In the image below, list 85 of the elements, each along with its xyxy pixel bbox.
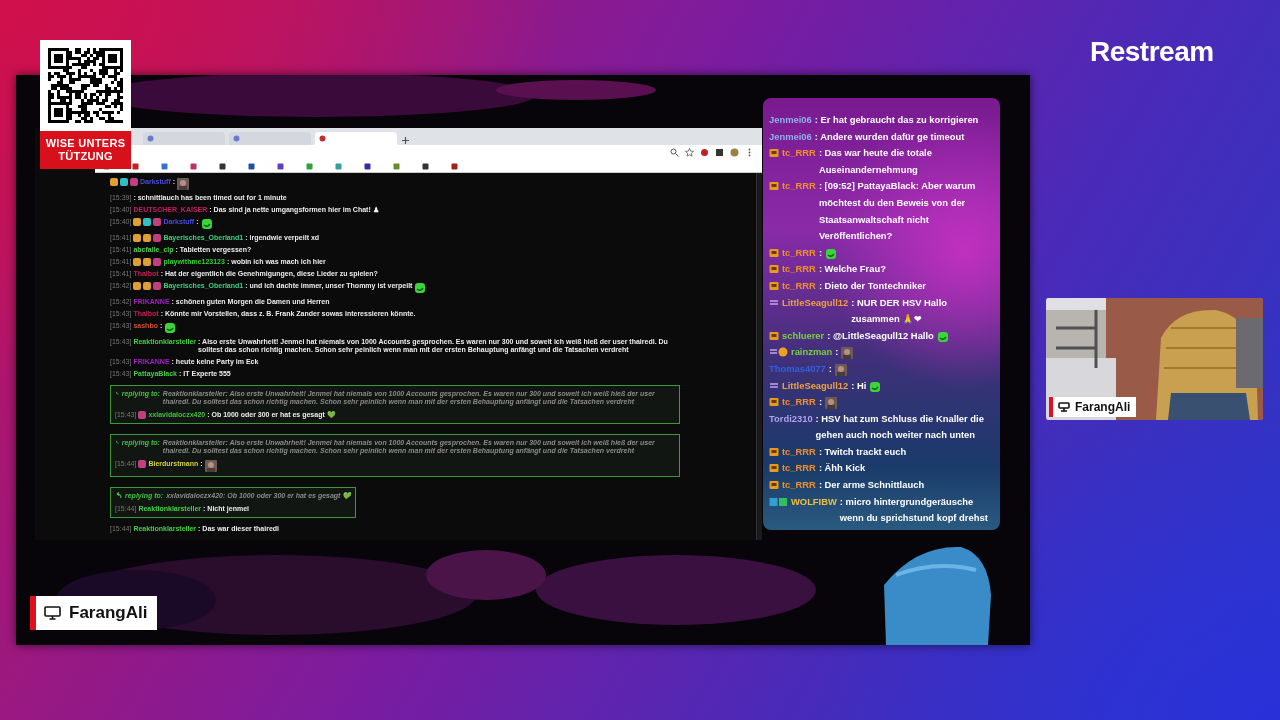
message-text: : HSV hat zum Schluss die Knaller die gehen auch noch weiter nach unten	[815, 411, 985, 443]
scrollbar[interactable]	[756, 173, 762, 540]
message-text: : Dieto der Tontechniker	[818, 278, 926, 293]
username[interactable]: tc_RRR	[782, 244, 816, 262]
username[interactable]: LittleSeagull12	[782, 294, 849, 312]
monitor-icon	[44, 606, 61, 620]
username[interactable]: rainzman	[791, 344, 833, 361]
search-icon[interactable]	[670, 148, 679, 157]
reply-arrow-icon	[115, 390, 119, 397]
badges-icon	[769, 496, 788, 507]
emote-icon	[936, 330, 949, 343]
gift-icon	[769, 446, 779, 457]
username[interactable]: LittleSeagull12	[782, 377, 849, 395]
emote-icon	[414, 282, 427, 294]
emote-icon	[164, 322, 177, 334]
name-label: FarangAli	[30, 596, 158, 630]
bookmark-icon[interactable]	[451, 162, 458, 170]
username[interactable]: tc_RRR	[782, 277, 816, 295]
gift-icon	[769, 330, 779, 341]
username[interactable]: Jenmei06	[769, 112, 812, 129]
name-label: FarangAli	[1049, 397, 1137, 417]
gift-icon	[769, 264, 779, 275]
message-text: : Andere wurden dafür ge timeout	[814, 129, 965, 144]
favicon-icon	[233, 135, 240, 142]
new-tab-icon[interactable]	[401, 136, 410, 145]
emote-icon	[869, 380, 882, 393]
donation-label: WISE UNTERSTÜTZUNG	[40, 131, 131, 169]
username[interactable]: tc_RRR	[782, 394, 816, 411]
username[interactable]: WOLFIBW	[791, 493, 837, 511]
message-text: : micro hintergrundgeräusche wenn du sprichstund kopf drehst	[839, 494, 989, 526]
message-text: : NUR DER HSV Hallo zusammen 🙏❤	[851, 295, 948, 327]
message-text: : [09:52] PattayaBlack: Aber warum möchtest du den Beweis von der Staatsanwaltschaft nicht Veröffentlichen?	[818, 179, 977, 244]
message-text: : Ähh Kick	[818, 461, 866, 476]
message-text: : Welche Frau?	[818, 262, 886, 277]
username[interactable]: tc_RRR	[782, 460, 816, 478]
username[interactable]: tc_RRR	[782, 443, 816, 461]
equals-icon	[769, 297, 779, 308]
emote-icon	[200, 218, 213, 230]
browser-tab[interactable]	[315, 132, 397, 145]
gift-icon	[769, 397, 779, 408]
gift-icon	[769, 181, 779, 192]
equals-icon	[769, 380, 779, 391]
gift-icon	[769, 247, 779, 258]
message-text: : Das war heute die totale Auseinandernehmung	[818, 146, 933, 177]
gift-icon	[769, 280, 779, 291]
reply-arrow-icon	[115, 439, 119, 446]
gift-icon	[769, 148, 779, 159]
bookmark-icon[interactable]	[248, 162, 255, 170]
emote-icon	[834, 363, 847, 376]
username[interactable]: tc_RRR	[782, 261, 816, 278]
message-text: :	[818, 245, 822, 260]
message-text: :	[828, 361, 832, 376]
bookmark-icon[interactable]	[132, 162, 139, 170]
favicon-icon	[319, 135, 326, 142]
star-icon[interactable]	[685, 148, 694, 157]
username[interactable]: Tordi2310	[769, 410, 813, 428]
message-text: : @LittleSeagull12 Hallo	[827, 328, 934, 343]
message-text: :	[818, 395, 822, 410]
gift-icon	[769, 480, 779, 491]
username[interactable]: schluerer	[782, 327, 825, 345]
emote-icon	[204, 460, 217, 472]
bookmark-icon[interactable]	[190, 162, 197, 170]
emote-icon	[825, 397, 837, 410]
bookmark-icon[interactable]	[277, 162, 284, 170]
message-text: : Der arme Schnittlauch	[818, 478, 925, 493]
bookmark-icon[interactable]	[422, 162, 429, 170]
username[interactable]: tc_RRR	[782, 178, 816, 195]
emote-icon	[177, 178, 190, 190]
message-text: : Er hat gebraucht das zu korrigieren	[814, 113, 979, 127]
logo-text: Restream	[1090, 36, 1214, 68]
message-text: : Twitch trackt euch	[818, 444, 907, 459]
favicon-icon	[147, 135, 154, 142]
emote-icon	[841, 347, 854, 360]
message-text: :	[835, 345, 839, 360]
username[interactable]: Jenmei06	[769, 128, 812, 146]
monitor-icon	[1058, 402, 1070, 412]
username[interactable]: tc_RRR	[782, 477, 816, 494]
message-text: : Hi	[851, 378, 867, 393]
bookmark-icon[interactable]	[219, 162, 226, 170]
username[interactable]: tc_RRR	[782, 145, 816, 162]
bookmark-icon[interactable]	[364, 162, 371, 170]
emote-icon	[825, 247, 837, 260]
gift-icon	[769, 463, 779, 474]
reply-arrow-icon	[115, 492, 122, 499]
badges-icon	[769, 347, 788, 358]
